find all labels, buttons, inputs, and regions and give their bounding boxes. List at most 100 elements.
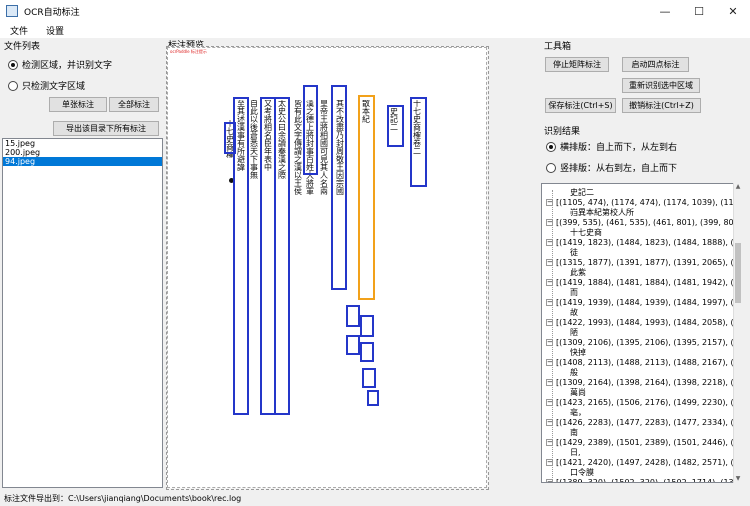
- window-title: OCR自动标注: [24, 7, 80, 18]
- file-item-selected[interactable]: 94.jpeg: [3, 157, 162, 166]
- tree-row-label: 岿異本紀第校人所: [570, 208, 634, 217]
- radio-vertical-label: 竖排版：从右到左，自上而下: [560, 164, 678, 174]
- tree-row-label: [(1309, 2106), (1395, 2106), (1395, 2157…: [556, 338, 740, 347]
- tree-row-label: 而: [570, 288, 578, 297]
- tree-row-label: 口令膜: [570, 468, 594, 477]
- annotation-box[interactable]: [274, 97, 290, 415]
- radio-selected-icon: [8, 59, 18, 70]
- collapse-icon[interactable]: −: [546, 359, 553, 366]
- tree-row-label: 此紫: [570, 268, 586, 277]
- save-annotation-button[interactable]: 保存标注(Ctrl+S): [545, 98, 616, 113]
- recognition-result-title: 识别结果: [544, 127, 581, 137]
- tree-row-label: 十七史商: [570, 228, 602, 237]
- close-button[interactable]: ✕: [716, 0, 750, 22]
- tree-node-coords[interactable]: − [(1389, 320), (1502, 320), (1502, 1714)…: [546, 477, 740, 482]
- annotation-box-selected[interactable]: [358, 95, 375, 300]
- menu-settings[interactable]: 设置: [36, 24, 72, 37]
- export-all-button[interactable]: 导出该目录下所有标注: [53, 121, 159, 136]
- stop-rect-annotation-button[interactable]: 停止矩阵标注: [545, 57, 609, 72]
- rerecognize-selected-button[interactable]: 重新识别选中区域: [622, 78, 700, 93]
- radio-vertical-layout[interactable]: 竖排版：从右到左，自上而下: [546, 161, 677, 174]
- text-column: 自此以後蒼悉天下事無: [250, 100, 258, 180]
- collapse-icon[interactable]: −: [546, 459, 553, 466]
- collapse-icon[interactable]: −: [546, 259, 553, 266]
- collapse-icon[interactable]: −: [546, 479, 553, 482]
- tree-row-label: [(1408, 2113), (1488, 2113), (1488, 2167…: [556, 358, 740, 367]
- collapse-icon[interactable]: −: [546, 439, 553, 446]
- tree-row-label: 快掉: [570, 348, 586, 357]
- tree-row-label: [(1423, 2165), (1506, 2176), (1499, 2230…: [556, 398, 740, 407]
- text-column: 皆有此文字傳謂之漢以王侯: [294, 100, 302, 196]
- annotation-box[interactable]: [410, 97, 427, 187]
- collapse-icon[interactable]: −: [546, 379, 553, 386]
- tree-row-label: [(1419, 1823), (1484, 1823), (1484, 1888…: [556, 238, 740, 247]
- annotation-box[interactable]: [233, 97, 249, 415]
- radio-horizontal-layout[interactable]: 横排版：自上而下，从左到右: [546, 140, 677, 153]
- text-column: 皇帝王將相國可見其人名兩: [320, 100, 328, 196]
- scroll-up-icon[interactable]: ▲: [734, 183, 742, 191]
- file-list-group-title: 文件列表: [4, 42, 41, 52]
- all-label-button[interactable]: 全部标注: [109, 97, 159, 112]
- start-four-point-button[interactable]: 启动四点标注: [622, 57, 689, 72]
- annotation-box[interactable]: [346, 305, 360, 327]
- radio-detect-recognize-label: 检测区域，并识别文字: [22, 61, 113, 71]
- tree-row-label: 徒: [570, 248, 578, 257]
- collapse-icon[interactable]: −: [546, 399, 553, 406]
- maximize-button[interactable]: ☐: [682, 0, 716, 22]
- tree-row-label: [(1419, 1884), (1481, 1884), (1481, 1942…: [556, 278, 740, 287]
- tree-row-label: [(1315, 1877), (1391, 1877), (1391, 2065…: [556, 258, 740, 267]
- window-controls: — ☐ ✕: [648, 0, 750, 22]
- radio-selected-icon: [546, 141, 556, 152]
- tree-row-label: 史記二: [570, 188, 594, 197]
- annotation-box[interactable]: [362, 368, 376, 388]
- minimize-button[interactable]: —: [648, 0, 682, 22]
- toolbox-title: 工具箱: [544, 42, 572, 52]
- tree-row-label: 般: [570, 368, 578, 377]
- collapse-icon[interactable]: −: [546, 419, 553, 426]
- single-label-button[interactable]: 单张标注: [49, 97, 107, 112]
- tree-row-label: [(1426, 2283), (1477, 2283), (1477, 2334…: [556, 418, 740, 427]
- status-text: 标注文件导出到：C:\Users\jianqiang\Documents\boo…: [4, 493, 242, 503]
- annotation-box[interactable]: [346, 335, 360, 355]
- tree-scrollbar[interactable]: ▲ ▼: [733, 183, 741, 483]
- tree-row-label: 南: [570, 428, 578, 437]
- file-item[interactable]: 200.jpeg: [3, 148, 162, 157]
- tree-row-label: 故: [570, 308, 578, 317]
- menu-file[interactable]: 文件: [0, 24, 36, 37]
- tree-row-label: [(399, 535), (461, 535), (461, 801), (39…: [556, 218, 741, 227]
- collapse-icon[interactable]: −: [546, 339, 553, 346]
- tree-row-label: [(1422, 1993), (1484, 1993), (1484, 2058…: [556, 318, 740, 327]
- radio-detect-only-label: 只检测文字区域: [22, 82, 86, 92]
- scroll-down-icon[interactable]: ▼: [734, 475, 742, 483]
- preview-red-tag: ocrPaddle 标注提示: [170, 49, 207, 54]
- annotation-box[interactable]: [303, 85, 318, 175]
- tree-row-label: [(1421, 2420), (1497, 2428), (1482, 2571…: [556, 458, 740, 467]
- status-bar: 标注文件导出到：C:\Users\jianqiang\Documents\boo…: [0, 490, 750, 506]
- collapse-icon[interactable]: −: [546, 319, 553, 326]
- file-list[interactable]: 15.jpeg 200.jpeg 94.jpeg: [2, 138, 163, 488]
- annotation-box[interactable]: [387, 105, 404, 147]
- tree-row-label: [(1429, 2389), (1501, 2389), (1501, 2446…: [556, 438, 740, 447]
- tree-row-label: [(1309, 2164), (1398, 2164), (1398, 2218…: [556, 378, 740, 387]
- collapse-icon[interactable]: −: [546, 299, 553, 306]
- result-tree[interactable]: 史記二 − [(1105, 474), (1174, 474), (1174, 10…: [541, 183, 741, 483]
- collapse-icon[interactable]: −: [546, 219, 553, 226]
- radio-detect-recognize[interactable]: 检测区域，并识别文字: [8, 58, 112, 71]
- annotation-box[interactable]: [331, 85, 347, 290]
- tree-row-label: 萬尚: [570, 388, 586, 397]
- app-icon: [6, 5, 18, 17]
- file-item[interactable]: 15.jpeg: [3, 139, 162, 148]
- undo-annotation-button[interactable]: 撤销标注(Ctrl+Z): [622, 98, 701, 113]
- scroll-thumb[interactable]: [735, 243, 741, 303]
- collapse-icon[interactable]: −: [546, 199, 553, 206]
- collapse-icon[interactable]: −: [546, 279, 553, 286]
- radio-unselected-icon: [546, 162, 556, 173]
- annotation-box[interactable]: [360, 315, 374, 337]
- annotation-box[interactable]: [367, 390, 379, 406]
- radio-detect-only[interactable]: 只检测文字区域: [8, 79, 85, 92]
- tree-row-label: 亳，: [570, 408, 586, 417]
- annotation-box[interactable]: [360, 342, 374, 362]
- radio-unselected-icon: [8, 80, 18, 91]
- collapse-icon[interactable]: −: [546, 239, 553, 246]
- tree-row-label: [(1105, 474), (1174, 474), (1174, 1039),…: [556, 198, 740, 207]
